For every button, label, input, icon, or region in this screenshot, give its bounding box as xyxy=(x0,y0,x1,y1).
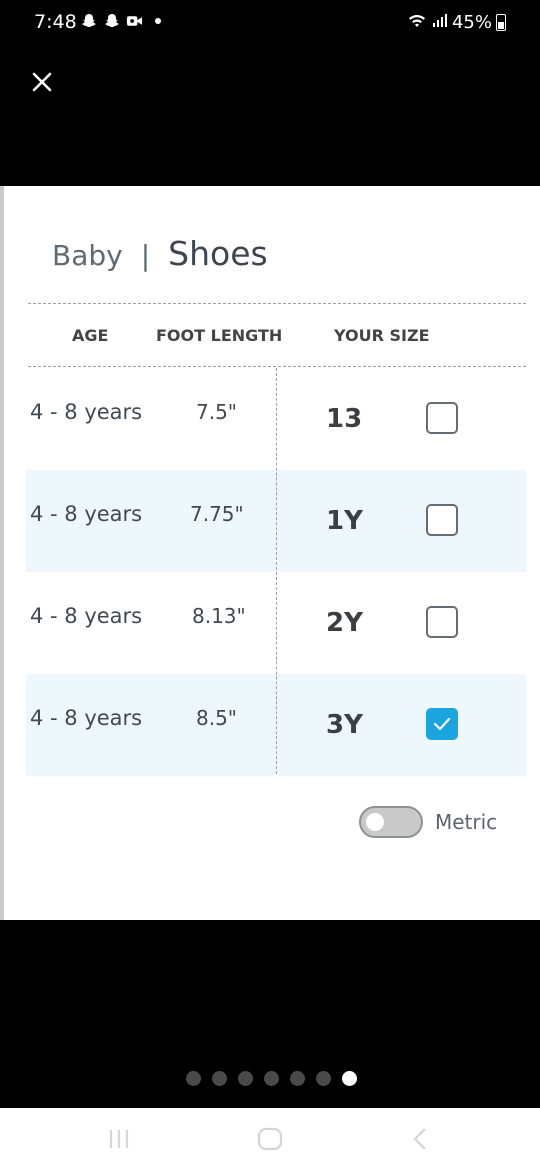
size-cell: 1Y xyxy=(326,506,363,536)
size-checkbox[interactable] xyxy=(426,708,458,740)
breadcrumb-category[interactable]: Baby xyxy=(52,239,123,272)
size-checkbox[interactable] xyxy=(426,504,458,536)
age-cell: 4 - 8 years xyxy=(30,706,143,730)
status-bar: 7:48 45% xyxy=(0,0,540,44)
age-cell: 4 - 8 years xyxy=(30,502,143,526)
size-checkbox[interactable] xyxy=(426,402,458,434)
notification-icons xyxy=(80,12,166,29)
page-dot-active[interactable] xyxy=(342,1071,357,1086)
breadcrumb: Baby | Shoes xyxy=(52,234,268,273)
metric-toggle[interactable] xyxy=(359,806,423,838)
column-header-your-size: YOUR SIZE xyxy=(334,326,430,345)
video-call-icon xyxy=(126,12,143,29)
close-button[interactable] xyxy=(26,66,58,98)
foot-length-cell: 8.13" xyxy=(192,604,246,628)
breadcrumb-separator: | xyxy=(140,239,151,272)
checkmark-icon xyxy=(433,717,451,731)
page-dot[interactable] xyxy=(186,1071,201,1086)
toggle-knob xyxy=(366,813,384,831)
status-right: 45% xyxy=(406,11,506,34)
metric-toggle-group: Metric xyxy=(359,806,497,838)
page-dot[interactable] xyxy=(264,1071,279,1086)
recent-apps-button[interactable] xyxy=(104,1124,134,1154)
metric-label: Metric xyxy=(435,810,498,834)
header-divider-top xyxy=(28,303,526,304)
foot-length-cell: 8.5" xyxy=(196,706,238,730)
size-chart-modal: Baby | Shoes AGE FOOT LENGTH YOUR SIZE 4… xyxy=(4,186,540,920)
battery-icon xyxy=(496,14,506,31)
snapchat-icon xyxy=(103,12,120,29)
size-checkbox[interactable] xyxy=(426,606,458,638)
status-time: 7:48 xyxy=(34,11,77,33)
wifi-icon xyxy=(406,11,428,34)
system-nav-bar xyxy=(0,1108,540,1170)
close-icon xyxy=(32,72,52,92)
home-icon xyxy=(257,1127,283,1151)
size-cell: 2Y xyxy=(326,608,363,638)
column-header-age: AGE xyxy=(72,326,109,345)
column-divider xyxy=(276,368,277,774)
back-button[interactable] xyxy=(406,1124,436,1154)
size-cell: 13 xyxy=(326,404,363,434)
dot-icon xyxy=(149,12,166,29)
table-header: AGE FOOT LENGTH YOUR SIZE xyxy=(28,306,526,368)
age-cell: 4 - 8 years xyxy=(30,604,143,628)
snapchat-icon xyxy=(80,12,97,29)
size-cell: 3Y xyxy=(326,710,363,740)
foot-length-cell: 7.75" xyxy=(190,502,244,526)
battery-percent: 45% xyxy=(451,12,492,33)
page-indicator xyxy=(186,1071,357,1086)
foot-length-cell: 7.5" xyxy=(196,400,238,424)
page-title: Shoes xyxy=(168,234,268,273)
page-dot[interactable] xyxy=(316,1071,331,1086)
signal-icon xyxy=(432,12,448,33)
back-icon xyxy=(413,1128,426,1150)
column-header-foot-length: FOOT LENGTH xyxy=(156,326,283,345)
page-dot[interactable] xyxy=(212,1071,227,1086)
recent-apps-icon xyxy=(109,1130,129,1148)
page-dot[interactable] xyxy=(238,1071,253,1086)
home-button[interactable] xyxy=(255,1124,285,1154)
page-dot[interactable] xyxy=(290,1071,305,1086)
age-cell: 4 - 8 years xyxy=(30,400,143,424)
header-divider-bottom xyxy=(28,366,526,367)
